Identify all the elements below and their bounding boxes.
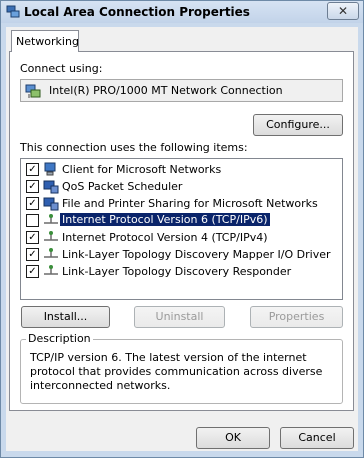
item-label: File and Printer Sharing for Microsoft N… bbox=[62, 197, 318, 210]
network-protocol-icon bbox=[43, 263, 59, 279]
list-item[interactable]: Internet Protocol Version 6 (TCP/IPv6) bbox=[21, 212, 342, 229]
item-checkbox[interactable]: ✓ bbox=[26, 180, 39, 193]
network-service-icon bbox=[43, 195, 59, 211]
network-service-icon bbox=[43, 178, 59, 194]
item-label: Internet Protocol Version 4 (TCP/IPv4) bbox=[62, 231, 268, 244]
network-client-icon bbox=[43, 161, 59, 177]
components-list[interactable]: ✓ Client for Microsoft Networks ✓ QoS Packe… bbox=[20, 158, 343, 300]
item-label: Internet Protocol Version 6 (TCP/IPv6) bbox=[59, 212, 271, 227]
item-checkbox[interactable]: ✓ bbox=[26, 248, 39, 261]
item-label: Link-Layer Topology Discovery Responder bbox=[62, 265, 292, 278]
item-label: Link-Layer Topology Discovery Mapper I/O… bbox=[62, 248, 331, 261]
description-text: TCP/IP version 6. The latest version of … bbox=[30, 351, 323, 392]
install-button[interactable]: Install... bbox=[21, 306, 110, 328]
network-protocol-icon bbox=[43, 229, 59, 245]
networking-tab-panel: Connect using: Intel(R) PRO/1000 MT Netw… bbox=[9, 51, 354, 411]
tab-networking-label: Networking bbox=[16, 35, 79, 48]
network-protocol-icon bbox=[43, 246, 59, 262]
dialog-client: Networking Connect using: Intel(R) PRO/1… bbox=[6, 27, 358, 451]
ok-button[interactable]: OK bbox=[196, 427, 270, 449]
item-checkbox[interactable]: ✓ bbox=[26, 265, 39, 278]
item-checkbox[interactable]: ✓ bbox=[26, 163, 39, 176]
title-bar[interactable]: Local Area Connection Properties ✕ bbox=[1, 1, 363, 23]
list-item[interactable]: ✓ Link-Layer Topology Discovery Mapper I/… bbox=[21, 246, 342, 263]
window-title: Local Area Connection Properties bbox=[24, 5, 250, 19]
network-protocol-icon bbox=[43, 212, 59, 228]
connect-using-label: Connect using: bbox=[20, 62, 103, 75]
items-heading: This connection uses the following items… bbox=[20, 141, 248, 154]
list-item[interactable]: ✓ QoS Packet Scheduler bbox=[21, 178, 342, 195]
list-item[interactable]: ✓ Link-Layer Topology Discovery Responder bbox=[21, 263, 342, 280]
item-label: QoS Packet Scheduler bbox=[62, 180, 183, 193]
item-checkbox[interactable]: ✓ bbox=[26, 231, 39, 244]
item-checkbox[interactable]: ✓ bbox=[26, 197, 39, 210]
description-group: Description TCP/IP version 6. The latest… bbox=[20, 332, 343, 404]
properties-button[interactable]: Properties bbox=[250, 306, 343, 328]
properties-dialog: Local Area Connection Properties ✕ Netwo… bbox=[0, 0, 364, 458]
adapter-name: Intel(R) PRO/1000 MT Network Connection bbox=[49, 84, 283, 97]
tab-networking[interactable]: Networking bbox=[11, 30, 79, 52]
cancel-button[interactable]: Cancel bbox=[280, 427, 354, 449]
list-item[interactable]: ✓ File and Printer Sharing for Microsoft … bbox=[21, 195, 342, 212]
list-item[interactable]: ✓ Client for Microsoft Networks bbox=[21, 161, 342, 178]
close-button[interactable]: ✕ bbox=[327, 2, 359, 20]
configure-button[interactable]: Configure... bbox=[253, 114, 343, 136]
adapter-field: Intel(R) PRO/1000 MT Network Connection bbox=[20, 79, 343, 102]
list-item[interactable]: ✓ Internet Protocol Version 4 (TCP/IPv4) bbox=[21, 229, 342, 246]
description-legend: Description bbox=[26, 332, 93, 345]
item-label: Client for Microsoft Networks bbox=[62, 163, 222, 176]
uninstall-button[interactable]: Uninstall bbox=[134, 306, 225, 328]
network-connection-icon bbox=[6, 5, 20, 18]
network-adapter-icon bbox=[25, 84, 41, 98]
item-checkbox[interactable] bbox=[26, 214, 39, 227]
